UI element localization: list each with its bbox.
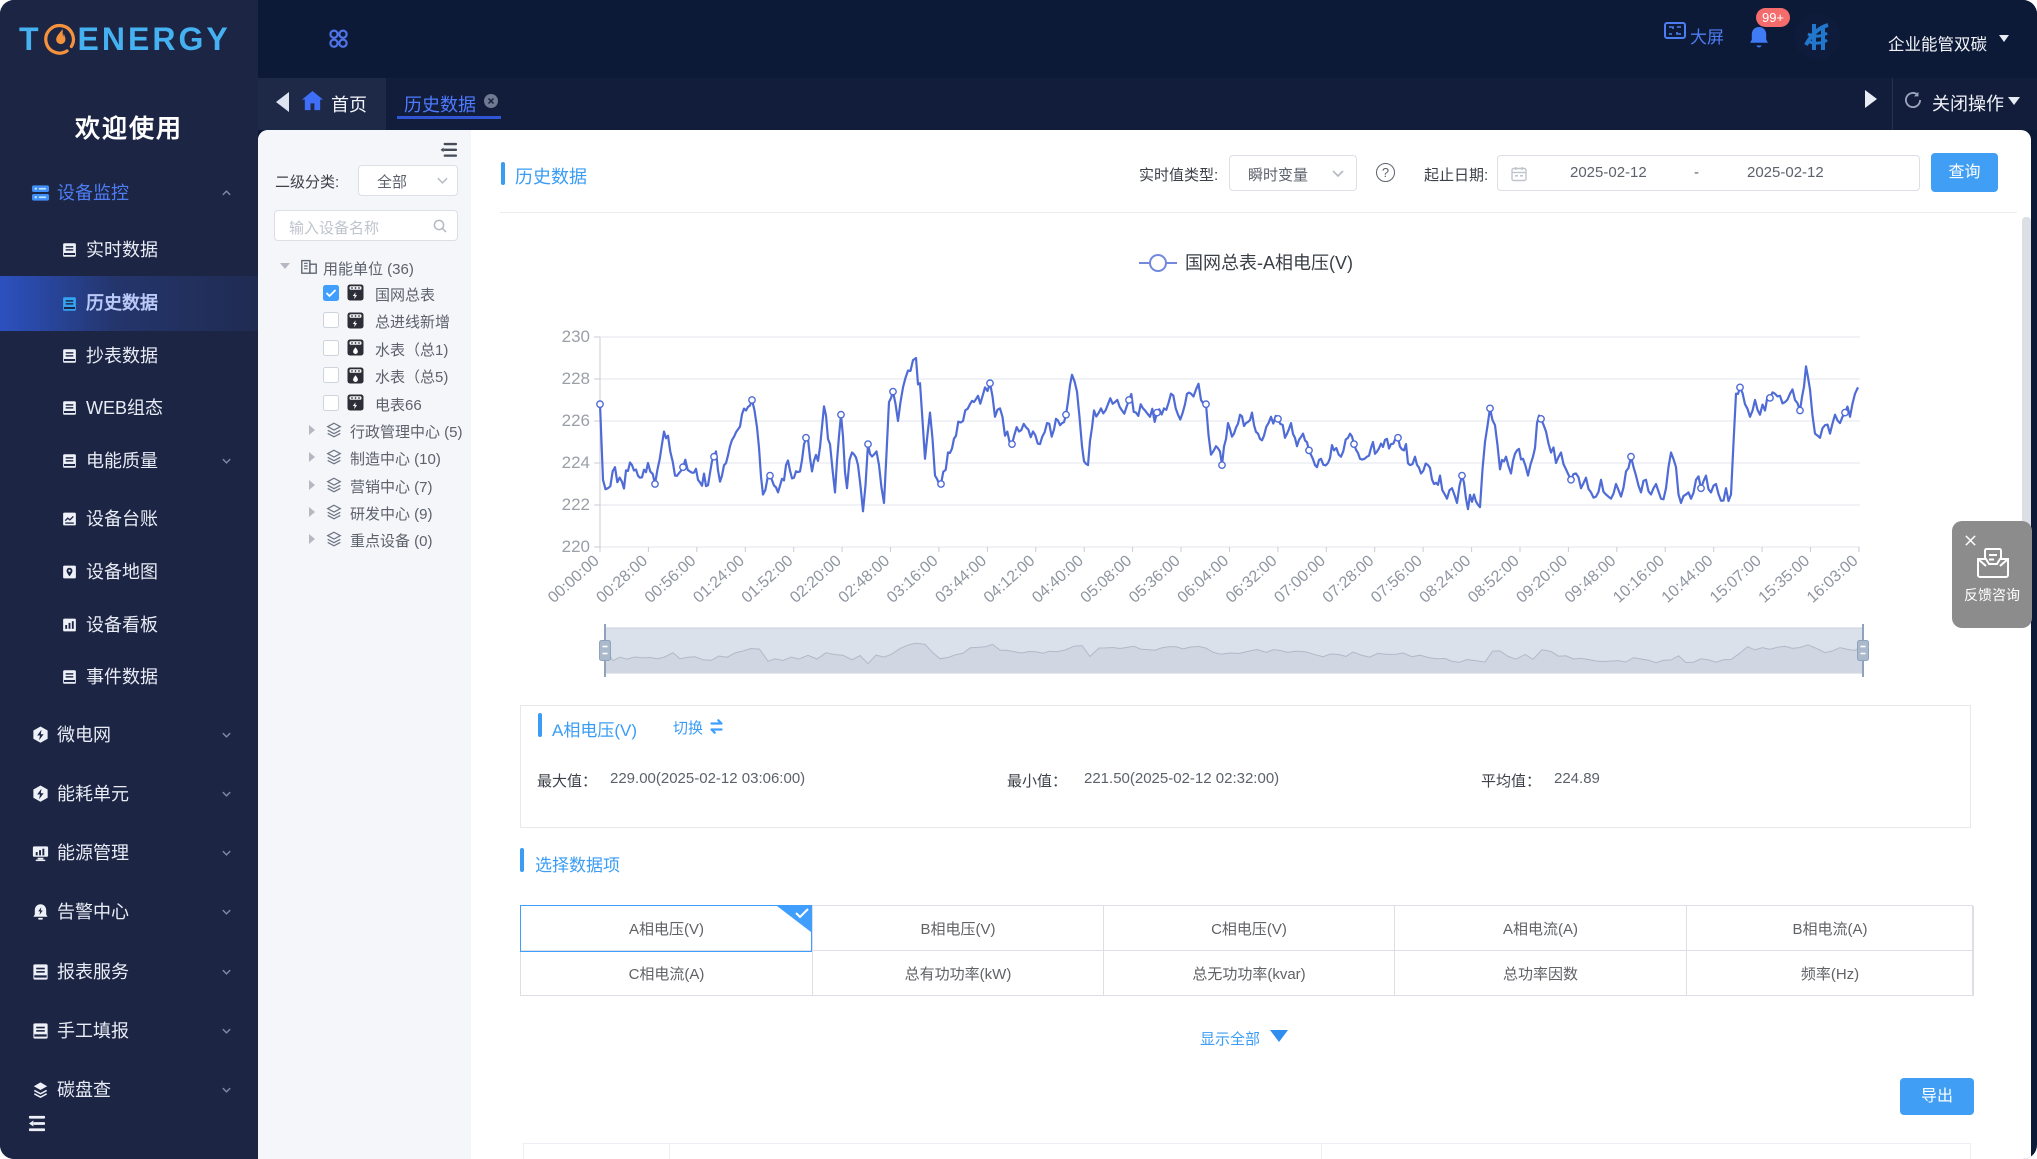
svg-text:05:36:00: 05:36:00 [1126, 552, 1184, 606]
svg-text:03:16:00: 03:16:00 [884, 552, 942, 606]
svg-text:226: 226 [562, 411, 590, 430]
svg-text:01:24:00: 01:24:00 [690, 552, 748, 606]
svg-text:06:04:00: 06:04:00 [1175, 552, 1233, 606]
svg-text:03:44:00: 03:44:00 [932, 552, 990, 606]
svg-text:00:28:00: 00:28:00 [593, 552, 651, 606]
svg-text:07:00:00: 07:00:00 [1271, 552, 1329, 606]
svg-text:06:32:00: 06:32:00 [1223, 552, 1281, 606]
svg-text:15:35:00: 15:35:00 [1756, 552, 1814, 606]
svg-text:08:52:00: 08:52:00 [1465, 552, 1523, 606]
svg-text:222: 222 [562, 495, 590, 514]
svg-text:08:24:00: 08:24:00 [1417, 552, 1475, 606]
svg-text:10:16:00: 10:16:00 [1610, 552, 1668, 606]
svg-text:00:56:00: 00:56:00 [642, 552, 700, 606]
svg-text:02:48:00: 02:48:00 [836, 552, 894, 606]
svg-text:224: 224 [562, 453, 590, 472]
svg-text:04:40:00: 04:40:00 [1029, 552, 1087, 606]
svg-text:15:07:00: 15:07:00 [1707, 552, 1765, 606]
svg-text:09:20:00: 09:20:00 [1513, 552, 1571, 606]
svg-text:02:20:00: 02:20:00 [787, 552, 845, 606]
svg-text:01:52:00: 01:52:00 [739, 552, 797, 606]
svg-text:09:48:00: 09:48:00 [1562, 552, 1620, 606]
svg-text:国网总表-A相电压(V): 国网总表-A相电压(V) [1185, 253, 1353, 273]
svg-text:07:56:00: 07:56:00 [1368, 552, 1426, 606]
svg-text:220: 220 [562, 537, 590, 556]
svg-text:04:12:00: 04:12:00 [981, 552, 1039, 606]
svg-text:230: 230 [562, 327, 590, 346]
svg-text:07:28:00: 07:28:00 [1320, 552, 1378, 606]
svg-text:00:00:00: 00:00:00 [545, 552, 603, 606]
svg-text:10:44:00: 10:44:00 [1659, 552, 1717, 606]
svg-text:05:08:00: 05:08:00 [1078, 552, 1136, 606]
svg-text:16:03:00: 16:03:00 [1804, 552, 1862, 606]
svg-text:228: 228 [562, 369, 590, 388]
